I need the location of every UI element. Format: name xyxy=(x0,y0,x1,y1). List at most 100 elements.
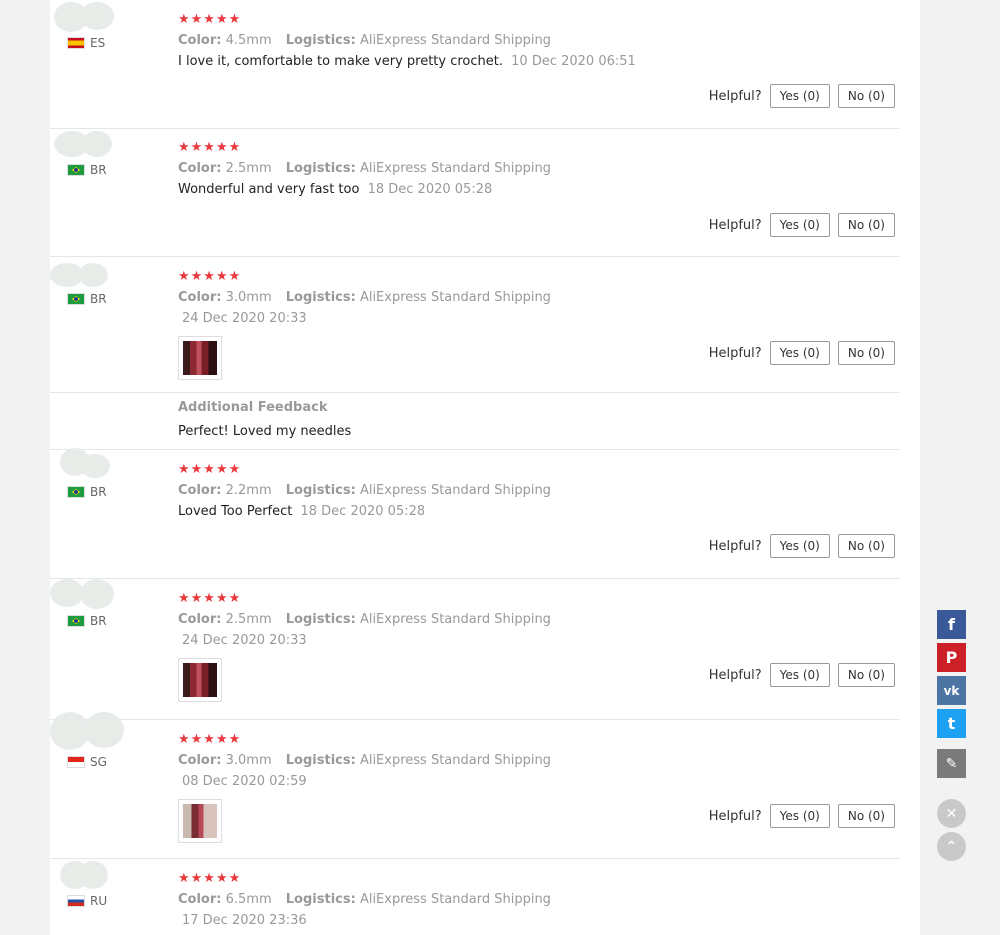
brazil-flag-icon xyxy=(67,293,85,305)
review-date: 18 Dec 2020 05:28 xyxy=(367,182,493,197)
logistics-label: Logistics: xyxy=(285,753,356,768)
brazil-flag-icon xyxy=(67,615,85,627)
helpful-yes-button[interactable]: Yes (0) xyxy=(769,213,830,237)
review-meta: Color: 2.5mm Logistics: AliExpress Stand… xyxy=(178,612,551,627)
helpful-group: Helpful? Yes (0) No (0) xyxy=(709,663,895,687)
back-to-top-button[interactable]: ⌃ xyxy=(937,832,966,861)
helpful-yes-button[interactable]: Yes (0) xyxy=(769,804,830,828)
facebook-share-button[interactable]: f xyxy=(937,610,966,639)
review-meta: Color: 6.5mm Logistics: AliExpress Stand… xyxy=(178,892,551,907)
twitter-icon: t xyxy=(947,714,956,733)
helpful-label: Helpful? xyxy=(708,345,762,361)
helpful-no-button[interactable]: No (0) xyxy=(837,84,895,108)
helpful-yes-button[interactable]: Yes (0) xyxy=(769,341,830,365)
review-item: ES ★★★★★ Color: 4.5mm Logistics: AliExpr… xyxy=(50,0,900,129)
edit-button[interactable]: ✎ xyxy=(937,749,966,778)
crochet-needles-photo xyxy=(183,804,217,838)
helpful-no-button[interactable]: No (0) xyxy=(837,534,895,558)
review-text: Loved Too Perfect 18 Dec 2020 05:28 xyxy=(178,504,425,519)
color-value: 3.0mm xyxy=(225,290,272,305)
twitter-share-button[interactable]: t xyxy=(937,709,966,738)
star-rating: ★★★★★ xyxy=(178,140,242,155)
logistics-label: Logistics: xyxy=(285,612,356,627)
review-date: 08 Dec 2020 02:59 xyxy=(182,774,307,789)
review-photo-thumbnail[interactable] xyxy=(178,799,222,843)
review-photo-thumbnail[interactable] xyxy=(178,336,222,380)
avatar xyxy=(54,131,118,161)
facebook-icon: f xyxy=(948,615,955,634)
logistics-value: AliExpress Standard Shipping xyxy=(359,290,551,305)
review-item: BR ★★★★★ Color: 3.0mm Logistics: AliExpr… xyxy=(50,257,900,450)
additional-feedback-text: Perfect! Loved my needles xyxy=(178,424,352,439)
color-label: Color: xyxy=(178,33,222,48)
logistics-value: AliExpress Standard Shipping xyxy=(359,892,551,907)
logistics-label: Logistics: xyxy=(285,290,356,305)
helpful-no-button[interactable]: No (0) xyxy=(837,663,895,687)
country-badge: BR xyxy=(67,614,107,628)
review-date: 18 Dec 2020 05:28 xyxy=(300,504,426,519)
helpful-label: Helpful? xyxy=(708,808,762,824)
reviews-panel: ES ★★★★★ Color: 4.5mm Logistics: AliExpr… xyxy=(50,0,920,935)
helpful-no-button[interactable]: No (0) xyxy=(837,213,895,237)
review-date: 17 Dec 2020 23:36 xyxy=(182,913,307,928)
country-code: ES xyxy=(90,36,106,50)
avatar xyxy=(50,263,118,293)
color-value: 4.5mm xyxy=(225,33,272,48)
additional-feedback-divider xyxy=(50,392,900,393)
crochet-needles-photo xyxy=(183,341,217,375)
helpful-yes-button[interactable]: Yes (0) xyxy=(769,534,830,558)
color-label: Color: xyxy=(178,161,222,176)
helpful-no-button[interactable]: No (0) xyxy=(837,804,895,828)
crochet-needles-photo xyxy=(183,663,217,697)
review-item: RU ★★★★★ Color: 6.5mm Logistics: AliExpr… xyxy=(50,859,900,935)
helpful-label: Helpful? xyxy=(708,538,762,554)
star-rating: ★★★★★ xyxy=(178,871,242,886)
helpful-group: Helpful? Yes (0) No (0) xyxy=(709,804,895,828)
logistics-value: AliExpress Standard Shipping xyxy=(359,161,551,176)
review-meta: Color: 2.2mm Logistics: AliExpress Stand… xyxy=(178,483,551,498)
review-body: I love it, comfortable to make very pret… xyxy=(178,54,503,69)
singapore-flag-icon xyxy=(67,756,85,768)
color-value: 2.5mm xyxy=(225,612,272,627)
color-label: Color: xyxy=(178,483,222,498)
helpful-group: Helpful? Yes (0) No (0) xyxy=(709,341,895,365)
pinterest-icon: P xyxy=(945,648,958,667)
star-rating: ★★★★★ xyxy=(178,462,242,477)
pinterest-share-button[interactable]: P xyxy=(937,643,966,672)
color-value: 2.5mm xyxy=(225,161,272,176)
review-body: Loved Too Perfect xyxy=(178,504,293,519)
review-date: 10 Dec 2020 06:51 xyxy=(511,54,636,69)
helpful-group: Helpful? Yes (0) No (0) xyxy=(709,534,895,558)
brazil-flag-icon xyxy=(67,486,85,498)
review-meta: Color: 3.0mm Logistics: AliExpress Stand… xyxy=(178,290,551,305)
star-rating: ★★★★★ xyxy=(178,12,242,27)
review-photo-thumbnail[interactable] xyxy=(178,658,222,702)
color-value: 3.0mm xyxy=(225,753,272,768)
pencil-icon: ✎ xyxy=(945,755,958,772)
spain-flag-icon xyxy=(67,37,85,49)
color-value: 6.5mm xyxy=(225,892,272,907)
helpful-yes-button[interactable]: Yes (0) xyxy=(769,663,830,687)
helpful-no-button[interactable]: No (0) xyxy=(837,341,895,365)
helpful-group: Helpful? Yes (0) No (0) xyxy=(709,84,895,108)
star-rating: ★★★★★ xyxy=(178,732,242,747)
avatar xyxy=(50,712,124,752)
country-code: BR xyxy=(90,163,107,177)
review-item: SG ★★★★★ Color: 3.0mm Logistics: AliExpr… xyxy=(50,712,900,859)
logistics-label: Logistics: xyxy=(285,161,356,176)
logistics-value: AliExpress Standard Shipping xyxy=(359,612,551,627)
country-code: BR xyxy=(90,292,107,306)
country-badge: SG xyxy=(67,755,107,769)
country-badge: RU xyxy=(67,894,107,908)
review-item: BR ★★★★★ Color: 2.2mm Logistics: AliExpr… xyxy=(50,448,900,579)
logistics-label: Logistics: xyxy=(285,892,356,907)
star-rating: ★★★★★ xyxy=(178,269,242,284)
close-button[interactable]: ✕ xyxy=(937,799,966,828)
vk-share-button[interactable]: vk xyxy=(937,676,966,705)
logistics-value: AliExpress Standard Shipping xyxy=(359,753,551,768)
review-meta: Color: 2.5mm Logistics: AliExpress Stand… xyxy=(178,161,551,176)
logistics-label: Logistics: xyxy=(285,33,356,48)
country-badge: BR xyxy=(67,485,107,499)
helpful-yes-button[interactable]: Yes (0) xyxy=(769,84,830,108)
review-item: BR ★★★★★ Color: 2.5mm Logistics: AliExpr… xyxy=(50,579,900,720)
